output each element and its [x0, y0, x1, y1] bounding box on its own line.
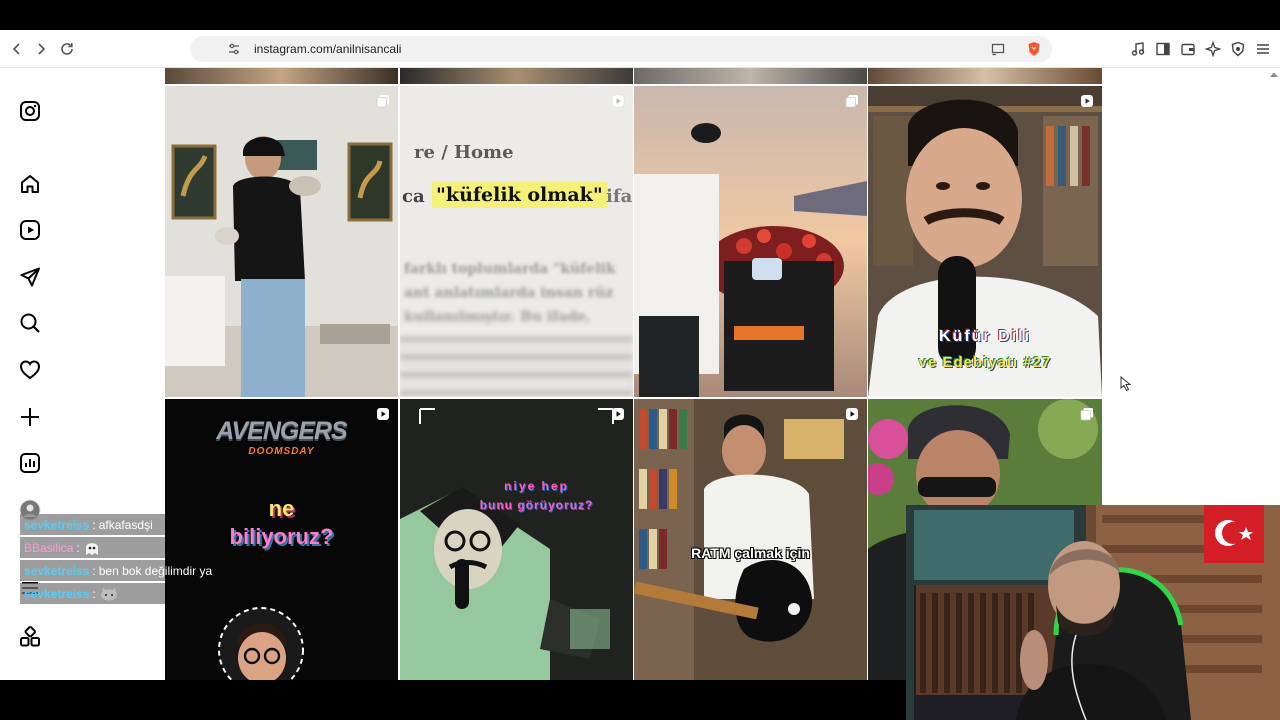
chat-username: BBasilica — [24, 540, 74, 555]
chat-separator: : — [92, 517, 96, 532]
post-tile-ratm[interactable]: RATM çalmak için — [634, 399, 867, 680]
post-image-man-with-microphone — [868, 86, 1102, 397]
forward-icon[interactable] — [31, 39, 51, 59]
chat-message: sevketreiss: afkafasdşi — [20, 514, 165, 535]
reel-icon — [612, 408, 624, 420]
post-text-prefix: ca — [402, 186, 425, 207]
also-from-meta-icon[interactable] — [19, 626, 41, 648]
scroll-up-arrow-icon[interactable] — [1268, 70, 1280, 80]
back-icon[interactable] — [7, 39, 27, 59]
cast-icon[interactable] — [990, 41, 1006, 57]
post-image-sunset-grill — [634, 86, 867, 397]
post-caption: RATM çalmak için — [691, 545, 810, 561]
reload-icon[interactable] — [57, 39, 77, 59]
chat-username: sevketreiss — [24, 586, 90, 601]
post-blurred-line: ant anlatımlarda insan rüz — [404, 285, 614, 301]
screen: instagram.com/anilnisancali re / Home ca… — [0, 0, 1280, 720]
messages-icon[interactable] — [19, 266, 41, 288]
carousel-icon — [845, 95, 858, 108]
post-blurred-line: farklı toplumlarda "küfelik — [404, 261, 616, 277]
reel-icon — [377, 408, 389, 420]
chat-text: ben bok değilimdir ya — [98, 563, 213, 578]
post-caption: Küfür Dili — [939, 328, 1031, 345]
post-tile-partial[interactable] — [400, 68, 633, 84]
chat-username: sevketreiss — [24, 517, 90, 532]
chat-text: afkafasdşi — [98, 517, 153, 532]
post-image-guitar-player — [634, 399, 867, 680]
reel-icon — [611, 94, 625, 108]
post-caption: ve Edebiyatı #27 — [918, 354, 1052, 371]
site-settings-icon[interactable] — [226, 41, 242, 57]
chat-message: sevketreiss: ben bok değilimdir ya — [20, 560, 212, 581]
chat-separator: : — [92, 563, 96, 578]
post-tile-kufelik-olmak[interactable]: re / Home ca "küfelik olmak" ifa farklı … — [400, 86, 633, 397]
post-text-line: ne — [268, 496, 295, 521]
post-blurred-text-block — [400, 336, 633, 397]
sidebar-icon[interactable] — [1154, 40, 1172, 58]
reel-icon — [846, 408, 858, 420]
reels-icon[interactable] — [19, 219, 41, 241]
brave-shields-icon[interactable] — [1026, 41, 1042, 57]
post-tile-sunset-grill[interactable] — [634, 86, 867, 397]
post-tile-man-with-cats[interactable] — [165, 86, 398, 397]
post-tile-partial[interactable] — [868, 68, 1102, 84]
media-icon[interactable] — [1129, 40, 1147, 58]
chat-separator: : — [92, 586, 96, 601]
post-tile-partial[interactable] — [165, 68, 398, 84]
post-image-man-with-cats — [165, 86, 398, 397]
carousel-icon — [376, 95, 389, 108]
wallet-icon[interactable] — [1179, 40, 1197, 58]
chat-username: sevketreiss — [24, 563, 90, 578]
dashboard-icon[interactable] — [19, 452, 41, 474]
chat-message: sevketreiss: — [20, 583, 165, 604]
post-text-line: niye hep — [504, 479, 569, 493]
url-text[interactable]: instagram.com/anilnisancali — [254, 42, 401, 56]
instagram-logo-icon[interactable] — [19, 100, 41, 122]
home-icon[interactable] — [19, 173, 41, 195]
post-highlight-text: "küfelik olmak" — [432, 182, 607, 208]
stream-chat-overlay: sevketreiss: afkafasdşi BBasilica: sevket… — [20, 514, 212, 606]
create-plus-icon[interactable] — [19, 406, 41, 428]
post-text-line: re / Home — [414, 142, 514, 163]
post-blurred-line: kullanılmıştır. Bu ifade, — [404, 309, 591, 325]
post-text-line: biliyoruz? — [229, 524, 334, 549]
post-tile-partial[interactable] — [634, 68, 867, 84]
post-brand-sub: DOOMSDAY — [248, 446, 315, 457]
post-text-suffix: ifa — [606, 186, 633, 207]
chat-separator: : — [76, 540, 80, 555]
browser-toolbar: instagram.com/anilnisancali — [0, 30, 1280, 68]
address-bar[interactable]: instagram.com/anilnisancali — [190, 36, 1052, 62]
ghost-emote-icon — [85, 542, 98, 555]
post-tile-avengers[interactable]: AVENGERS DOOMSDAY ne biliyoruz? — [165, 399, 398, 680]
mouse-cursor-icon — [1120, 376, 1132, 392]
post-tile-niye-hep[interactable]: niye hep bunu görüyoruz? — [400, 399, 633, 680]
notifications-heart-icon[interactable] — [19, 359, 41, 381]
carousel-icon — [1080, 408, 1093, 421]
post-image-portrait-circle — [218, 607, 304, 680]
menu-icon[interactable] — [1254, 40, 1272, 58]
post-image-halftone-portrait — [400, 399, 633, 680]
webcam-feed — [906, 505, 1280, 720]
post-text-line: bunu görüyoruz? — [479, 498, 594, 512]
vpn-icon[interactable] — [1229, 40, 1247, 58]
search-icon[interactable] — [19, 312, 41, 334]
post-tile-kufur-dili[interactable]: Küfür Dili ve Edebiyatı #27 — [868, 86, 1102, 397]
streamer-webcam — [906, 505, 1280, 720]
leo-ai-icon[interactable] — [1204, 40, 1222, 58]
cat-emote-icon — [100, 587, 117, 600]
post-brand: AVENGERS — [216, 417, 347, 445]
reel-icon — [1081, 95, 1093, 107]
chat-message: BBasilica: — [20, 537, 165, 558]
